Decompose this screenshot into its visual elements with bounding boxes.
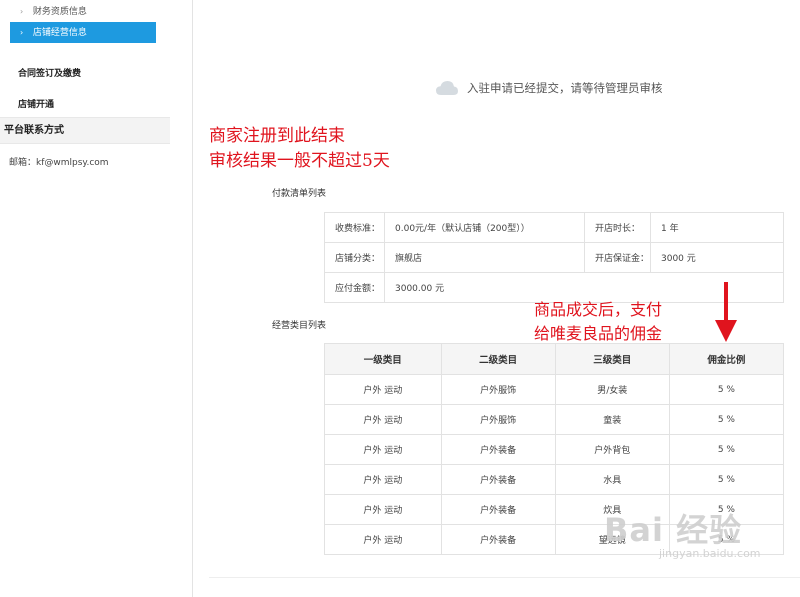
table-cell: 户外服饰 <box>440 374 556 405</box>
table-cell: 户外 运动 <box>324 494 442 525</box>
contact-title: 平台联系方式 <box>0 117 170 144</box>
submission-notice: 入驻申请已经提交，请等待管理员审核 <box>435 78 663 98</box>
sidebar-item-contract[interactable]: 合同签订及缴费 <box>18 66 81 79</box>
store-category-value: 旗舰店 <box>384 242 585 273</box>
column-header: 一级类目 <box>324 343 442 375</box>
table-cell: 户外装备 <box>440 524 556 555</box>
fee-standard-label: 收费标准： <box>324 212 385 243</box>
watermark-logo-text: Bai 经验 <box>604 511 743 549</box>
sidebar-subitem-label: 财务资质信息 <box>32 7 87 17</box>
cloud-icon <box>436 81 458 95</box>
table-header-row: 一级类目 二级类目 三级类目 佣金比例 <box>324 343 785 375</box>
table-cell: 户外装备 <box>440 464 556 495</box>
column-header: 佣金比例 <box>668 343 785 375</box>
table-cell: 户外服饰 <box>440 404 556 435</box>
annotation-review-time: 审核结果一般不超过5天 <box>209 151 390 171</box>
table-cell: 水具 <box>554 464 670 495</box>
table-row: 收费标准： 0.00元/年（默认店铺（200型）） 开店时长： 1 年 <box>324 212 784 243</box>
sidebar-subitem-label: 店铺经营信息 <box>32 28 87 38</box>
contact-email: 邮箱：kf@wmlpsy.com <box>9 158 109 168</box>
deposit-label: 开店保证金： <box>584 242 651 273</box>
amount-due-label: 应付金额： <box>324 272 385 303</box>
column-header: 三级类目 <box>554 343 670 375</box>
table-cell: 户外 运动 <box>324 464 442 495</box>
sidebar-subitem-finance[interactable]: › 财务资质信息 <box>10 1 156 22</box>
sidebar-subitem-store-info[interactable]: › 店铺经营信息 <box>10 22 156 43</box>
payment-list-title: 付款清单列表 <box>272 189 327 199</box>
table-cell: 5 % <box>668 464 785 495</box>
table-cell: 男/女装 <box>554 374 670 405</box>
table-cell: 户外 运动 <box>324 404 442 435</box>
table-cell: 5 % <box>668 404 785 435</box>
duration-value: 1 年 <box>650 212 784 243</box>
table-row: 户外 运动 户外装备 水具 5 % <box>324 464 785 495</box>
sidebar: › 财务资质信息 › 店铺经营信息 合同签订及缴费 店铺开通 平台联系方式 邮箱… <box>0 0 193 597</box>
table-cell: 户外 运动 <box>324 434 442 465</box>
table-cell: 童装 <box>554 404 670 435</box>
main-content: 入驻申请已经提交，请等待管理员审核 商家注册到此结束 审核结果一般不超过5天 付… <box>194 0 800 597</box>
table-row: 店铺分类： 旗舰店 开店保证金： 3000 元 <box>324 242 784 273</box>
chevron-right-icon: › <box>20 28 24 37</box>
table-cell: 户外 运动 <box>324 524 442 555</box>
table-cell: 5 % <box>668 374 785 405</box>
deposit-value: 3000 元 <box>650 242 784 273</box>
sidebar-item-store-open[interactable]: 店铺开通 <box>18 97 54 110</box>
column-header: 二级类目 <box>440 343 556 375</box>
table-cell: 户外 运动 <box>324 374 442 405</box>
store-category-label: 店铺分类： <box>324 242 385 273</box>
annotation-commission-2: 给唯麦良品的佣金 <box>534 324 663 343</box>
category-list-title: 经营类目列表 <box>272 321 327 331</box>
table-row: 户外 运动 户外服饰 男/女装 5 % <box>324 374 785 405</box>
duration-label: 开店时长： <box>584 212 651 243</box>
table-row: 户外 运动 户外服饰 童装 5 % <box>324 404 785 435</box>
table-cell: 户外装备 <box>440 494 556 525</box>
divider <box>209 577 800 578</box>
table-cell: 户外背包 <box>554 434 670 465</box>
notice-text: 入驻申请已经提交，请等待管理员审核 <box>467 81 663 95</box>
chevron-right-icon: › <box>20 7 24 16</box>
annotation-registration-end: 商家注册到此结束 <box>209 126 345 146</box>
table-cell: 户外装备 <box>440 434 556 465</box>
annotation-commission-1: 商品成交后，支付 <box>534 300 663 319</box>
baidu-jingyan-watermark: Bai 经验 jingyan.baidu.com <box>604 505 761 560</box>
fee-standard-value: 0.00元/年（默认店铺（200型）） <box>384 212 585 243</box>
arrow-down-icon <box>715 282 737 342</box>
table-cell: 5 % <box>668 434 785 465</box>
table-row: 户外 运动 户外装备 户外背包 5 % <box>324 434 785 465</box>
